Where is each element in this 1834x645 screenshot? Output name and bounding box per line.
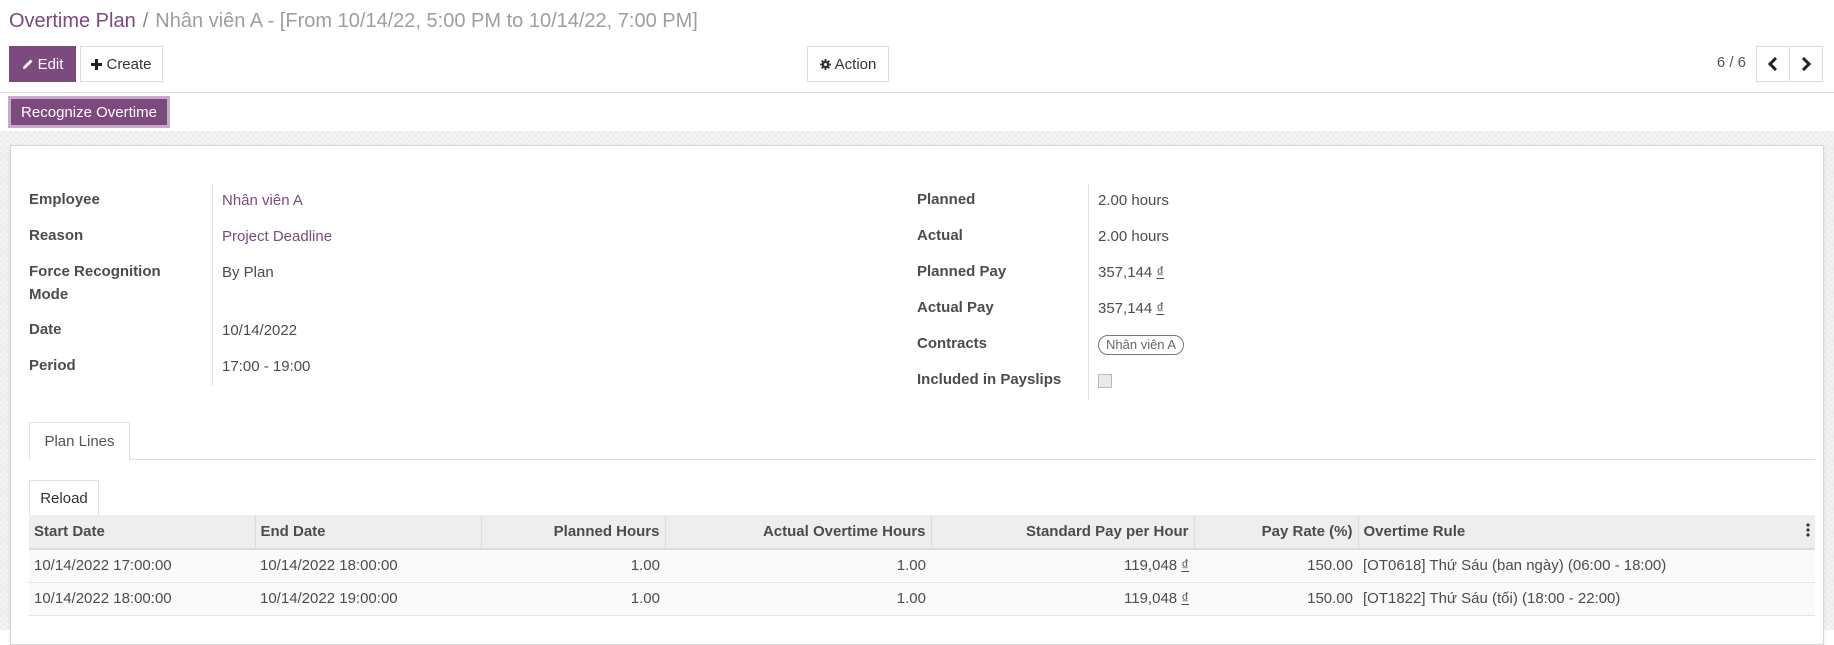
table-row[interactable]: 10/14/2022 17:00:00 10/14/2022 18:00:00 … (29, 549, 1815, 582)
actual-value: 2.00 hours (1089, 220, 1169, 256)
currency-symbol: ₫ (1156, 264, 1164, 281)
pager-next-button[interactable] (1789, 46, 1823, 82)
create-button[interactable]: Create (80, 46, 163, 82)
currency-symbol: ₫ (1181, 590, 1189, 607)
breadcrumb-current: Nhân viên A - [From 10/14/22, 5:00 PM to… (155, 10, 698, 32)
planned-pay-label: Planned Pay (917, 256, 1089, 292)
employee-label: Employee (29, 184, 213, 220)
actual-pay-label: Actual Pay (917, 292, 1089, 328)
force-recognition-mode-label: Force Recognition Mode (29, 256, 213, 314)
field-group-right: Planned 2.00 hours Actual 2.00 hours Pla… (917, 184, 1777, 400)
period-label: Period (29, 350, 213, 386)
start-date-cell: 10/14/2022 18:00:00 (29, 582, 255, 615)
standard-pay-amount: 119,048 (1124, 590, 1177, 607)
planned-pay-value: 357,144 ₫ (1089, 256, 1164, 292)
pager-value[interactable]: 6 / 6 (1717, 54, 1746, 71)
tab-plan-lines[interactable]: Plan Lines (29, 422, 130, 461)
breadcrumb-parent-link[interactable]: Overtime Plan (9, 10, 136, 32)
edit-button[interactable]: Edit (9, 46, 76, 82)
reload-button[interactable]: Reload (29, 480, 99, 516)
field-force-recognition-mode: Force Recognition Mode By Plan (29, 256, 889, 314)
pencil-icon (22, 58, 34, 70)
field-planned-pay: Planned Pay 357,144 ₫ (917, 256, 1777, 292)
end-date-cell: 10/14/2022 19:00:00 (255, 582, 481, 615)
form-view-background: Employee Nhân viên A Reason Project Dead… (0, 131, 1834, 630)
start-date-cell: 10/14/2022 17:00:00 (29, 549, 255, 582)
end-date-cell: 10/14/2022 18:00:00 (255, 549, 481, 582)
employee-value-link[interactable]: Nhân viên A (213, 184, 303, 220)
actual-label: Actual (917, 220, 1089, 256)
overtime-rule-cell: [OT1822] Thứ Sáu (tối) (18:00 - 22:00) (1358, 582, 1815, 615)
planned-hours-cell: 1.00 (481, 582, 665, 615)
column-header-overtime-rule[interactable]: Overtime Rule (1358, 515, 1815, 549)
pay-rate-cell: 150.00 (1194, 582, 1358, 615)
plus-icon (91, 59, 102, 70)
column-header-actual-overtime-hours[interactable]: Actual Overtime Hours (665, 515, 931, 549)
field-actual: Actual 2.00 hours (917, 220, 1777, 256)
reason-label: Reason (29, 220, 213, 256)
field-period: Period 17:00 - 19:00 (29, 350, 889, 386)
currency-symbol: ₫ (1156, 300, 1164, 317)
control-panel: Overtime Plan / Nhân viên A - [From 10/14/… (0, 0, 1834, 131)
planned-pay-amount: 357,144 (1098, 264, 1152, 281)
actual-pay-value: 357,144 ₫ (1089, 292, 1164, 328)
contracts-label: Contracts (917, 328, 1089, 364)
breadcrumb-separator: / (143, 10, 149, 32)
actual-hours-cell: 1.00 (665, 549, 931, 582)
field-date: Date 10/14/2022 (29, 314, 889, 350)
overtime-rule-header-label: Overtime Rule (1364, 523, 1466, 540)
chevron-right-icon (1801, 57, 1811, 71)
date-value: 10/14/2022 (213, 314, 297, 350)
standard-pay-amount: 119,048 (1124, 557, 1177, 574)
field-employee: Employee Nhân viên A (29, 184, 889, 220)
column-header-start-date[interactable]: Start Date (29, 515, 255, 549)
planned-hours-cell: 1.00 (481, 549, 665, 582)
contracts-value: Nhân viên A (1089, 328, 1184, 364)
create-button-label: Create (106, 56, 151, 73)
included-in-payslips-checkbox[interactable] (1098, 374, 1112, 388)
column-header-pay-rate[interactable]: Pay Rate (%) (1194, 515, 1358, 549)
contract-tag[interactable]: Nhân viên A (1098, 335, 1184, 355)
field-reason: Reason Project Deadline (29, 220, 889, 256)
overtime-rule-cell: [OT0618] Thứ Sáu (ban ngày) (06:00 - 18:… (1358, 549, 1815, 582)
plan-lines-table: Start Date End Date Planned Hours Actual… (29, 515, 1815, 616)
currency-symbol: ₫ (1181, 557, 1189, 574)
notebook-tabs: Plan Lines (29, 422, 1815, 460)
form-statusbar: Recognize Overtime (0, 93, 1834, 131)
period-value: 17:00 - 19:00 (213, 350, 310, 386)
column-options-icon[interactable] (1806, 523, 1810, 541)
reason-value-link[interactable]: Project Deadline (213, 220, 332, 256)
pay-rate-cell: 150.00 (1194, 549, 1358, 582)
date-label: Date (29, 314, 213, 350)
chevron-left-icon (1768, 57, 1778, 71)
planned-label: Planned (917, 184, 1089, 220)
force-recognition-mode-value: By Plan (213, 256, 274, 314)
table-header-row: Start Date End Date Planned Hours Actual… (29, 515, 1815, 549)
field-actual-pay: Actual Pay 357,144 ₫ (917, 292, 1777, 328)
form-sheet: Employee Nhân viên A Reason Project Dead… (10, 145, 1824, 645)
field-group-left: Employee Nhân viên A Reason Project Dead… (29, 184, 889, 386)
planned-value: 2.00 hours (1089, 184, 1169, 220)
actual-pay-amount: 357,144 (1098, 300, 1152, 317)
column-header-standard-pay-per-hour[interactable]: Standard Pay per Hour (931, 515, 1194, 549)
pager-previous-button[interactable] (1756, 46, 1790, 82)
actual-hours-cell: 1.00 (665, 582, 931, 615)
recognize-overtime-button[interactable]: Recognize Overtime (8, 96, 170, 128)
column-header-end-date[interactable]: End Date (255, 515, 481, 549)
field-included-in-payslips: Included in Payslips (917, 364, 1777, 400)
standard-pay-cell: 119,048 ₫ (931, 549, 1194, 582)
field-contracts: Contracts Nhân viên A (917, 328, 1777, 364)
field-planned: Planned 2.00 hours (917, 184, 1777, 220)
column-header-planned-hours[interactable]: Planned Hours (481, 515, 665, 549)
breadcrumb: Overtime Plan / Nhân viên A - [From 10/14/… (9, 10, 698, 33)
included-in-payslips-label: Included in Payslips (917, 364, 1089, 400)
standard-pay-cell: 119,048 ₫ (931, 582, 1194, 615)
action-button-label: Action (835, 56, 877, 73)
action-button[interactable]: Action (807, 46, 889, 82)
edit-button-label: Edit (38, 56, 64, 73)
included-in-payslips-value (1089, 364, 1112, 400)
table-row[interactable]: 10/14/2022 18:00:00 10/14/2022 19:00:00 … (29, 582, 1815, 615)
gear-icon (820, 59, 831, 70)
